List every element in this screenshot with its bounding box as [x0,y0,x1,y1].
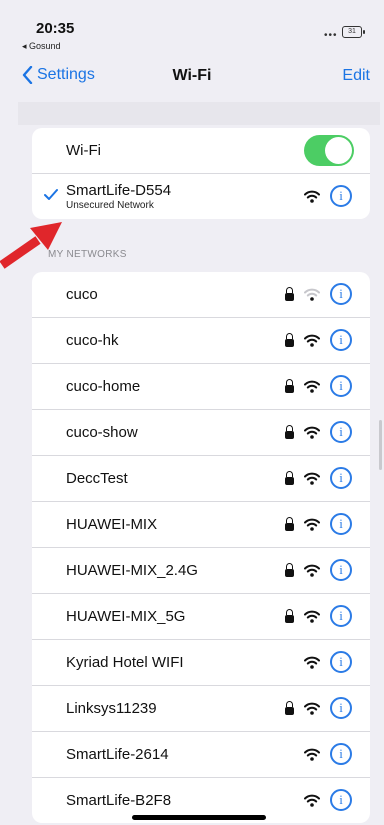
signal-icon: ••• [324,30,338,41]
info-icon[interactable]: i [330,789,352,811]
network-name: SmartLife-2614 [66,746,169,763]
network-icons: i [304,651,352,673]
network-row[interactable]: DeccTest i [32,456,370,502]
lock-icon [285,700,294,715]
connected-network-status: Unsecured Network [66,200,154,211]
lock-icon [285,608,294,623]
lock-icon [285,516,294,531]
wifi-signal-icon [304,564,320,577]
lock-icon [285,332,294,347]
lock-icon [285,470,294,485]
edit-button[interactable]: Edit [342,67,370,85]
wifi-signal-icon [304,794,320,807]
lock-icon [285,562,294,577]
info-icon[interactable]: i [330,651,352,673]
network-name: cuco [66,286,98,303]
wifi-signal-icon [304,288,320,301]
wifi-toggle-row: Wi-Fi [32,128,370,174]
network-icons: i [285,467,352,489]
info-icon[interactable]: i [330,421,352,443]
my-networks-list: cuco i cuco-hk i cuco-home i cuco-show i DeccTes… [32,272,370,823]
connected-network-name: SmartLife-D554 [66,182,172,199]
toggle-knob [325,137,352,164]
network-icons: i [285,559,352,581]
network-icons: i [285,697,352,719]
wifi-signal-icon [304,702,320,715]
wifi-settings-screen: 20:35 ◂ Gosund ••• 31 Settings Wi-Fi Edi… [0,0,384,825]
network-row[interactable]: Kyriad Hotel WIFI i [32,640,370,686]
network-name: HUAWEI-MIX_5G [66,608,186,625]
lock-icon [285,378,294,393]
network-row[interactable]: HUAWEI-MIX_2.4G i [32,548,370,594]
network-icons: i [285,605,352,627]
wifi-signal-icon [304,380,320,393]
network-name: cuco-show [66,424,138,441]
network-row[interactable]: cuco-hk i [32,318,370,364]
network-name: SmartLife-B2F8 [66,792,172,809]
network-icons: i [285,421,352,443]
network-icons: i [285,375,352,397]
network-name: cuco-home [66,378,141,395]
network-icons: i [285,329,352,351]
connected-network-row[interactable]: SmartLife-D554 Unsecured Network i [32,174,370,219]
info-icon[interactable]: i [330,467,352,489]
wifi-toggle[interactable] [304,135,354,166]
network-icons: i [304,743,352,765]
wifi-signal-icon [304,610,320,623]
lock-icon [285,424,294,439]
network-row[interactable]: HUAWEI-MIX i [32,502,370,548]
header-spacer [18,102,380,125]
network-row[interactable]: HUAWEI-MIX_5G i [32,594,370,640]
network-icons: i [285,283,352,305]
wifi-signal-icon [304,656,320,669]
wifi-signal-icon [304,748,320,761]
back-to-app-link[interactable]: ◂ Gosund [22,41,61,52]
wifi-label: Wi-Fi [66,142,101,159]
info-icon[interactable]: i [330,605,352,627]
network-row[interactable]: cuco-show i [32,410,370,456]
info-icon[interactable]: i [330,743,352,765]
network-name: Linksys11239 [66,700,157,717]
battery-icon: 31 [342,26,365,38]
lock-icon [285,286,294,301]
scroll-indicator [379,420,382,470]
page-title: Wi-Fi [172,67,212,84]
network-name: HUAWEI-MIX [66,516,158,533]
info-icon[interactable]: i [330,559,352,581]
network-row[interactable]: cuco i [32,272,370,318]
navigation-bar: Settings Wi-Fi Edit [0,60,384,96]
wifi-status-card: Wi-Fi SmartLife-D554 Unsecured Network i [32,128,370,219]
checkmark-icon [44,189,58,200]
network-row[interactable]: Linksys11239 i [32,686,370,732]
network-row[interactable]: SmartLife-2614 i [32,732,370,778]
network-row[interactable]: cuco-home i [32,364,370,410]
network-name: cuco-hk [66,332,119,349]
wifi-signal-icon [304,472,320,485]
my-networks-header: MY NETWORKS [48,249,127,260]
info-icon[interactable]: i [330,513,352,535]
wifi-signal-icon [304,190,320,203]
home-indicator[interactable] [132,815,266,820]
status-bar: 20:35 ◂ Gosund ••• 31 [0,0,384,60]
network-name: DeccTest [66,470,128,487]
network-name: HUAWEI-MIX_2.4G [66,562,198,579]
info-icon[interactable]: i [330,375,352,397]
network-icons: i [304,789,352,811]
status-time: 20:35 [36,20,75,37]
info-icon[interactable]: i [330,283,352,305]
info-icon[interactable]: i [330,697,352,719]
network-name: Kyriad Hotel WIFI [66,654,184,671]
red-arrow-annotation [0,222,62,269]
info-icon[interactable]: i [330,185,352,207]
wifi-signal-icon [304,334,320,347]
wifi-signal-icon [304,426,320,439]
wifi-signal-icon [304,518,320,531]
network-icons: i [285,513,352,535]
connected-network-icons: i [304,185,352,207]
info-icon[interactable]: i [330,329,352,351]
